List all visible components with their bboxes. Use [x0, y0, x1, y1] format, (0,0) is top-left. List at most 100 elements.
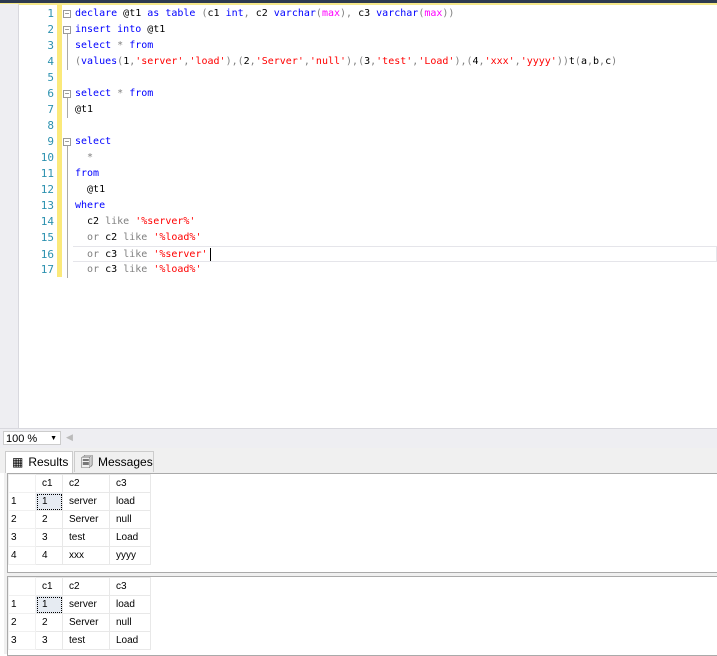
scroll-left-icon[interactable]: ◀	[66, 432, 73, 443]
cell[interactable]: Load	[109, 631, 151, 650]
column-header[interactable]: c2	[62, 474, 110, 493]
table-row[interactable]: 1 1 server load	[8, 595, 151, 614]
cell[interactable]: null	[109, 613, 151, 632]
table-row[interactable]: 2 2 Server null	[8, 613, 151, 632]
code-token: 'load'	[189, 56, 226, 67]
cell[interactable]: 1	[35, 595, 63, 614]
code-line[interactable]: 12 @t1	[19, 182, 717, 198]
collapse-icon[interactable]: −	[63, 90, 71, 98]
column-header[interactable]: c2	[62, 577, 110, 596]
cell[interactable]: load	[109, 595, 151, 614]
code-line[interactable]: 1 declare @t1 as table (c1 int, c2 varcha…	[19, 6, 717, 22]
code-token: @t1	[75, 104, 94, 115]
text-caret	[209, 247, 211, 261]
code-token: c1	[207, 8, 226, 19]
row-number[interactable]: 4	[8, 546, 36, 565]
collapse-icon[interactable]: −	[63, 10, 71, 18]
cell[interactable]: xxx	[62, 546, 110, 565]
code-line[interactable]: 6 select * from	[19, 86, 717, 102]
code-token: @t1	[117, 8, 148, 19]
cell[interactable]: 1	[35, 492, 63, 511]
tab-label: Results	[28, 455, 69, 469]
row-number[interactable]: 1	[8, 492, 36, 511]
result-grid-1[interactable]: c1 c2 c3 1 1 server load 2 2 Server null 3 3 test Load…	[7, 473, 717, 573]
code-line[interactable]: 14 c2 like '%server%'	[19, 214, 717, 230]
header-row: c1 c2 c3	[8, 474, 151, 493]
code-line[interactable]: 5	[19, 70, 717, 86]
code-token: from	[129, 88, 154, 99]
code-token: varchar	[273, 8, 316, 19]
code-line[interactable]: 3 select * from	[19, 38, 717, 54]
zoom-select[interactable]: 100 % ▼	[3, 431, 61, 445]
code-text: from	[75, 166, 99, 182]
code-text: select * from	[75, 86, 153, 102]
table-row[interactable]: 4 4 xxx yyyy	[8, 546, 151, 565]
corner-cell[interactable]	[8, 577, 36, 596]
code-text: insert into @t1	[75, 22, 165, 38]
line-number: 5	[47, 71, 54, 84]
cell[interactable]: server	[62, 492, 110, 511]
collapse-icon[interactable]: −	[63, 138, 71, 146]
cell[interactable]: test	[62, 631, 110, 650]
cell[interactable]: null	[109, 510, 151, 529]
zoom-bar: 100 % ▼ ◀	[0, 428, 717, 448]
table-row[interactable]: 1 1 server load	[8, 492, 151, 511]
cell[interactable]: test	[62, 528, 110, 547]
column-header[interactable]: c1	[35, 577, 63, 596]
code-line[interactable]: 8	[19, 118, 717, 134]
code-token: ))	[556, 56, 569, 67]
code-line[interactable]: 7 @t1	[19, 102, 717, 118]
row-number[interactable]: 3	[8, 631, 36, 650]
cell[interactable]: 2	[35, 510, 63, 529]
query-editor[interactable]: 1 declare @t1 as table (c1 int, c2 varcha…	[19, 5, 717, 428]
collapse-icon[interactable]: −	[63, 26, 71, 34]
column-header[interactable]: c1	[35, 474, 63, 493]
result-grid-2[interactable]: c1 c2 c3 1 1 server load 2 2 Server null 3 3 test Load	[7, 576, 717, 656]
code-line[interactable]: 13 where	[19, 198, 717, 214]
cell[interactable]: 2	[35, 613, 63, 632]
column-header[interactable]: c3	[109, 474, 151, 493]
corner-cell[interactable]	[8, 474, 36, 493]
code-line[interactable]: 17 or c3 like '%load%'	[19, 262, 717, 278]
table-row[interactable]: 3 3 test Load	[8, 528, 151, 547]
code-line[interactable]: 9 select	[19, 134, 717, 150]
cell[interactable]: Server	[62, 613, 110, 632]
line-number: 7	[47, 103, 54, 116]
result-table: c1 c2 c3 1 1 server load 2 2 Server null 3 3 test Load	[8, 577, 151, 650]
code-line[interactable]: 15 or c2 like '%load%'	[19, 230, 717, 246]
row-number[interactable]: 3	[8, 528, 36, 547]
row-number[interactable]: 2	[8, 613, 36, 632]
fold-guide	[67, 146, 68, 278]
tab-messages[interactable]: 🗐 Messages	[74, 451, 154, 472]
messages-icon: 🗐	[81, 455, 93, 469]
code-token: 'Load'	[418, 56, 455, 67]
table-row[interactable]: 3 3 test Load	[8, 631, 151, 650]
line-number: 10	[40, 151, 54, 164]
code-token: from	[75, 168, 100, 179]
column-header[interactable]: c3	[109, 577, 151, 596]
code-line[interactable]: 11 from	[19, 166, 717, 182]
document-tab-strip	[0, 0, 717, 5]
cell[interactable]: yyyy	[109, 546, 151, 565]
grid-icon: ▦	[12, 455, 24, 469]
line-number: 13	[40, 199, 54, 212]
code-line[interactable]: 4 (values(1,'server','load'),(2,'Server',…	[19, 54, 717, 70]
code-line[interactable]: 10 *	[19, 150, 717, 166]
cell[interactable]: 3	[35, 631, 63, 650]
row-number[interactable]: 2	[8, 510, 36, 529]
cell[interactable]: Server	[62, 510, 110, 529]
tab-label: Messages	[98, 455, 153, 469]
tab-results[interactable]: ▦ Results	[5, 451, 73, 473]
cell[interactable]: Load	[109, 528, 151, 547]
table-row[interactable]: 2 2 Server null	[8, 510, 151, 529]
code-line[interactable]: 16 or c3 like '%server'	[41, 246, 717, 262]
cell[interactable]: load	[109, 492, 151, 511]
code-text: @t1	[75, 102, 93, 118]
cell[interactable]: 4	[35, 546, 63, 565]
code-token: as	[147, 8, 160, 19]
code-line[interactable]: 2 insert into @t1	[19, 22, 717, 38]
cell[interactable]: server	[62, 595, 110, 614]
code-token: ),(	[346, 56, 365, 67]
cell[interactable]: 3	[35, 528, 63, 547]
row-number[interactable]: 1	[8, 595, 36, 614]
